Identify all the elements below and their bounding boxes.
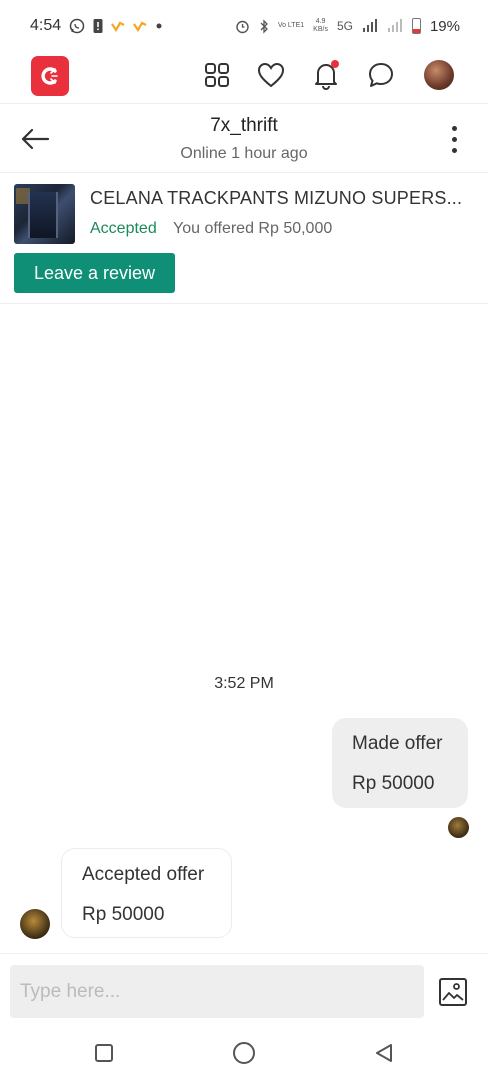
- app-notification-icon-2: [133, 21, 147, 32]
- product-thumbnail[interactable]: [14, 184, 75, 244]
- profile-avatar[interactable]: [424, 60, 454, 90]
- chat-title[interactable]: 7x_thrift: [0, 115, 488, 137]
- leave-review-button[interactable]: Leave a review: [14, 253, 175, 293]
- grid-icon[interactable]: [202, 60, 232, 90]
- offer-amount-text: You offered Rp 50,000: [173, 220, 333, 237]
- bubble-line-1: Made offer: [352, 733, 443, 754]
- product-title[interactable]: CELANA TRACKPANTS MIZUNO SUPERS...: [90, 188, 470, 209]
- volte-label: Vo LTE1: [277, 22, 305, 29]
- app-bar: [0, 52, 488, 104]
- offer-status: Accepted: [90, 220, 157, 237]
- app-notification-icon: [111, 21, 125, 32]
- network-speed-unit: KB/s: [313, 26, 328, 33]
- battery-percent: 19%: [429, 17, 460, 35]
- chat-icon[interactable]: [366, 60, 396, 90]
- heart-icon[interactable]: [256, 60, 286, 90]
- alert-battery-icon: [93, 19, 103, 33]
- status-bar: 4:54 Vo LTE1 4.9 KB/s 5G 19%: [0, 0, 488, 52]
- bubble-line-1: Accepted offer: [82, 864, 205, 885]
- bubble-line-2: Rp 50000: [352, 773, 435, 794]
- whatsapp-icon: [69, 18, 85, 34]
- network-type: 5G: [336, 19, 353, 33]
- network-speed-value: 4.9: [315, 18, 326, 25]
- more-options-icon[interactable]: [440, 121, 468, 157]
- message-composer: [0, 953, 488, 1026]
- recents-square-icon[interactable]: [92, 1041, 116, 1065]
- product-card: CELANA TRACKPANTS MIZUNO SUPERS... Accep…: [0, 174, 488, 304]
- bubble-line-2: Rp 50000: [82, 904, 165, 925]
- home-circle-icon[interactable]: [232, 1041, 256, 1065]
- alarm-icon: [236, 20, 249, 33]
- notification-dot: [331, 60, 339, 68]
- message-input[interactable]: [10, 965, 424, 1018]
- network-speed: 4.9 KB/s: [313, 18, 328, 34]
- status-time: 4:54: [30, 17, 62, 34]
- carousell-logo-icon[interactable]: [31, 56, 69, 96]
- system-nav-bar: [0, 1027, 488, 1080]
- image-attach-icon[interactable]: [437, 976, 469, 1008]
- online-status: Online 1 hour ago: [180, 145, 308, 162]
- back-triangle-icon[interactable]: [372, 1041, 396, 1065]
- outgoing-offer-bubble: Made offer Rp 50000: [332, 718, 468, 808]
- signal-strength-icon-2: [387, 19, 402, 32]
- status-right-icons: Vo LTE1 4.9 KB/s 5G 19%: [235, 18, 460, 35]
- my-avatar: [448, 817, 469, 838]
- battery-icon: [411, 18, 421, 34]
- bluetooth-icon: [260, 18, 268, 34]
- incoming-offer-bubble: Accepted offer Rp 50000: [61, 848, 232, 938]
- bell-icon[interactable]: [311, 60, 341, 90]
- signal-strength-icon: [362, 19, 377, 32]
- chat-header: 7x_thrift Online 1 hour ago: [0, 105, 488, 173]
- message-timestamp: 3:52 PM: [214, 675, 274, 692]
- seller-avatar[interactable]: [20, 909, 50, 939]
- status-left-icons: [69, 18, 163, 34]
- more-notifications-dot: [156, 23, 162, 29]
